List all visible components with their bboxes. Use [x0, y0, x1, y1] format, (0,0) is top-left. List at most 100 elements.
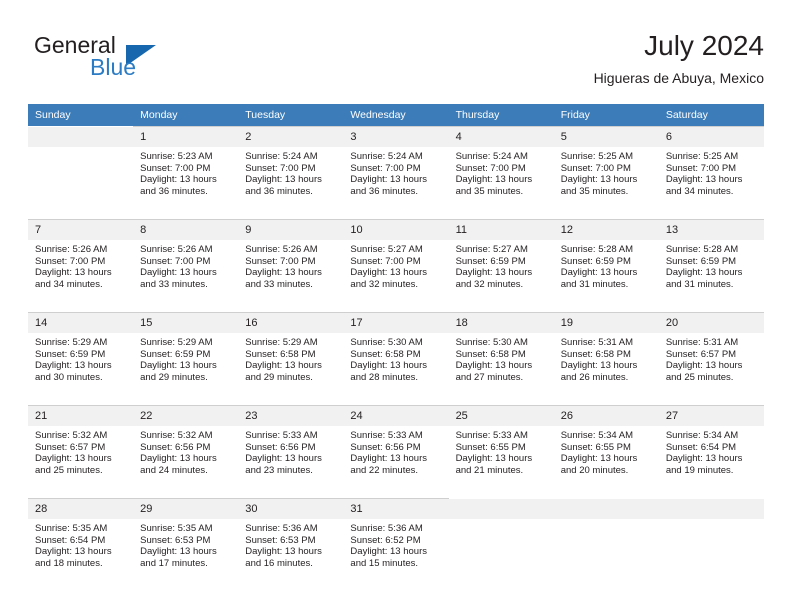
day-info-line: Sunrise: 5:33 AM — [350, 430, 423, 441]
day-cell-inner: 10 Sunrise: 5:27 AM Sunset: 7:00 PM Dayligh… — [343, 219, 449, 306]
day-info-line: Sunset: 6:52 PM — [350, 534, 421, 546]
day-cell-12[interactable]: 12 Sunrise: 5:28 AM Sunset: 6:59 PM Dayligh… — [553, 219, 659, 306]
day-cell-14[interactable]: 14 Sunrise: 5:29 AM Sunset: 6:59 PM Dayligh… — [28, 312, 134, 399]
day-info-line: Sunrise: 5:29 AM — [35, 337, 108, 348]
day-sun-info: Sunrise: 5:24 AM Sunset: 7:00 PM Daylight:… — [449, 147, 554, 197]
day-info-line: Daylight: 13 hours — [560, 174, 638, 186]
day-info-line: and 25 minutes. — [665, 371, 734, 383]
day-cell-11[interactable]: 11 Sunrise: 5:27 AM Sunset: 6:59 PM Dayligh… — [448, 219, 554, 306]
day-cell-10[interactable]: 10 Sunrise: 5:27 AM Sunset: 7:00 PM Dayligh… — [343, 219, 449, 306]
day-cell-21[interactable]: 21 Sunrise: 5:32 AM Sunset: 6:57 PM Dayligh… — [28, 405, 134, 492]
day-sun-info: Sunrise: 5:25 AM Sunset: 7:00 PM Daylight:… — [659, 147, 764, 197]
day-cell-2[interactable]: 2 Sunrise: 5:24 AM Sunset: 7:00 PM Daylight… — [238, 126, 344, 213]
day-cell-25[interactable]: 25 Sunrise: 5:33 AM Sunset: 6:55 PM Dayligh… — [448, 405, 554, 492]
day-cell-28[interactable]: 28 Sunrise: 5:35 AM Sunset: 6:54 PM Dayligh… — [28, 498, 134, 585]
day-cell-inner: 30 Sunrise: 5:36 AM Sunset: 6:53 PM Dayligh… — [238, 498, 344, 585]
day-info-line: Daylight: 13 hours — [455, 267, 533, 279]
day-cell-27[interactable]: 27 Sunrise: 5:34 AM Sunset: 6:54 PM Dayligh… — [658, 405, 764, 492]
day-sun-info: Sunrise: 5:24 AM Sunset: 7:00 PM Daylight:… — [343, 147, 448, 197]
day-cell-3[interactable]: 3 Sunrise: 5:24 AM Sunset: 7:00 PM Daylight… — [343, 126, 449, 213]
day-info-line: Sunrise: 5:35 AM — [140, 523, 213, 534]
day-info-line: and 28 minutes. — [350, 371, 419, 383]
day-number: 27 — [658, 406, 764, 426]
day-sun-info: Sunrise: 5:32 AM Sunset: 6:57 PM Daylight:… — [28, 426, 133, 476]
day-cell-15[interactable]: 15 Sunrise: 5:29 AM Sunset: 6:59 PM Dayligh… — [133, 312, 239, 399]
day-cell-18[interactable]: 18 Sunrise: 5:30 AM Sunset: 6:58 PM Dayligh… — [448, 312, 554, 399]
day-sun-info: Sunrise: 5:33 AM Sunset: 6:56 PM Daylight:… — [343, 426, 448, 476]
day-info-line: Sunset: 7:00 PM — [140, 162, 211, 174]
day-info-line: and 26 minutes. — [560, 371, 629, 383]
day-info-line: Daylight: 13 hours — [560, 360, 638, 372]
day-sun-info: Sunrise: 5:26 AM Sunset: 7:00 PM Daylight:… — [28, 240, 133, 290]
day-info-line: Sunrise: 5:32 AM — [35, 430, 108, 441]
day-cell-9[interactable]: 9 Sunrise: 5:26 AM Sunset: 7:00 PM Daylight… — [238, 219, 344, 306]
day-info-line: Sunrise: 5:27 AM — [455, 244, 528, 255]
day-info-line: Sunrise: 5:27 AM — [350, 244, 423, 255]
day-sun-info: Sunrise: 5:23 AM Sunset: 7:00 PM Daylight:… — [133, 147, 238, 197]
day-info-line: and 34 minutes. — [665, 185, 734, 197]
day-cell-inner: 7 Sunrise: 5:26 AM Sunset: 7:00 PM Daylight… — [28, 219, 134, 306]
day-info-line: and 25 minutes. — [35, 464, 103, 476]
calendar-page: General Blue July 2024 Higueras de Abuya… — [0, 0, 792, 612]
day-cell-30[interactable]: 30 Sunrise: 5:36 AM Sunset: 6:53 PM Dayligh… — [238, 498, 344, 585]
day-info-line: Sunrise: 5:32 AM — [140, 430, 213, 441]
day-info-line: Daylight: 13 hours — [140, 267, 217, 279]
day-info-line: Daylight: 13 hours — [350, 453, 427, 465]
day-info-line: Daylight: 13 hours — [665, 360, 743, 372]
day-number: 31 — [343, 499, 449, 519]
day-cell-26[interactable]: 26 Sunrise: 5:34 AM Sunset: 6:55 PM Dayligh… — [553, 405, 659, 492]
day-cell-inner: 5 Sunrise: 5:25 AM Sunset: 7:00 PM Daylight… — [553, 126, 659, 213]
day-number: 18 — [448, 313, 554, 333]
day-info-line: Sunrise: 5:24 AM — [245, 151, 318, 162]
day-cell-6[interactable]: 6 Sunrise: 5:25 AM Sunset: 7:00 PM Daylight… — [658, 126, 764, 213]
day-number: 25 — [448, 406, 554, 426]
day-info-line: Sunset: 6:59 PM — [140, 348, 211, 360]
day-info-line: and 33 minutes. — [245, 278, 313, 290]
day-info-line: and 32 minutes. — [350, 278, 419, 290]
day-cell-inner: 17 Sunrise: 5:30 AM Sunset: 6:58 PM Dayligh… — [343, 312, 449, 399]
day-info-line: Sunset: 6:53 PM — [140, 534, 211, 546]
day-number: 22 — [133, 406, 239, 426]
day-info-line: Daylight: 13 hours — [140, 546, 217, 558]
day-info-line: and 29 minutes. — [140, 371, 208, 383]
day-cell-5[interactable]: 5 Sunrise: 5:25 AM Sunset: 7:00 PM Daylight… — [553, 126, 659, 213]
day-cell-inner: 9 Sunrise: 5:26 AM Sunset: 7:00 PM Daylight… — [238, 219, 344, 306]
day-info-line: Sunset: 6:59 PM — [455, 255, 526, 267]
day-info-line: Daylight: 13 hours — [350, 174, 427, 186]
day-info-line: and 36 minutes. — [245, 185, 313, 197]
day-info-line: Sunrise: 5:30 AM — [350, 337, 423, 348]
day-cell-17[interactable]: 17 Sunrise: 5:30 AM Sunset: 6:58 PM Dayligh… — [343, 312, 449, 399]
day-cell-16[interactable]: 16 Sunrise: 5:29 AM Sunset: 6:58 PM Dayligh… — [238, 312, 344, 399]
day-info-line: and 35 minutes. — [560, 185, 629, 197]
day-cell-inner: 1 Sunrise: 5:23 AM Sunset: 7:00 PM Daylight… — [133, 126, 239, 213]
day-cell-20[interactable]: 20 Sunrise: 5:31 AM Sunset: 6:57 PM Dayligh… — [658, 312, 764, 399]
day-cell-29[interactable]: 29 Sunrise: 5:35 AM Sunset: 6:53 PM Dayligh… — [133, 498, 239, 585]
day-info-line: and 30 minutes. — [35, 371, 103, 383]
page-header: General Blue July 2024 Higueras de Abuya… — [28, 28, 764, 92]
day-cell-8[interactable]: 8 Sunrise: 5:26 AM Sunset: 7:00 PM Daylight… — [133, 219, 239, 306]
general-blue-logo[interactable]: General Blue — [28, 32, 248, 90]
day-info-line: Sunset: 6:58 PM — [245, 348, 316, 360]
day-sun-info: Sunrise: 5:34 AM Sunset: 6:55 PM Daylight:… — [554, 426, 659, 476]
day-cell-19[interactable]: 19 Sunrise: 5:31 AM Sunset: 6:58 PM Dayligh… — [553, 312, 659, 399]
day-cell-23[interactable]: 23 Sunrise: 5:33 AM Sunset: 6:56 PM Dayligh… — [238, 405, 344, 492]
day-sun-info — [28, 147, 133, 151]
day-cell-7[interactable]: 7 Sunrise: 5:26 AM Sunset: 7:00 PM Daylight… — [28, 219, 134, 306]
day-sun-info: Sunrise: 5:29 AM Sunset: 6:59 PM Daylight:… — [133, 333, 238, 383]
day-number: 11 — [448, 220, 554, 240]
day-number: 26 — [553, 406, 659, 426]
day-info-line: Sunrise: 5:34 AM — [560, 430, 634, 441]
day-number: 30 — [238, 499, 344, 519]
day-cell-inner: 2 Sunrise: 5:24 AM Sunset: 7:00 PM Daylight… — [238, 126, 344, 213]
day-cell-31[interactable]: 31 Sunrise: 5:36 AM Sunset: 6:52 PM Dayligh… — [343, 498, 449, 585]
day-sun-info: Sunrise: 5:26 AM Sunset: 7:00 PM Daylight:… — [133, 240, 238, 290]
day-cell-inner — [658, 498, 764, 585]
day-cell-24[interactable]: 24 Sunrise: 5:33 AM Sunset: 6:56 PM Dayligh… — [343, 405, 449, 492]
day-cell-22[interactable]: 22 Sunrise: 5:32 AM Sunset: 6:56 PM Dayligh… — [133, 405, 239, 492]
day-cell-1[interactable]: 1 Sunrise: 5:23 AM Sunset: 7:00 PM Daylight… — [133, 126, 239, 213]
day-cell-13[interactable]: 13 Sunrise: 5:28 AM Sunset: 6:59 PM Dayligh… — [658, 219, 764, 306]
day-cell-inner: 12 Sunrise: 5:28 AM Sunset: 6:59 PM Dayligh… — [553, 219, 659, 306]
day-cell-4[interactable]: 4 Sunrise: 5:24 AM Sunset: 7:00 PM Daylight… — [448, 126, 554, 213]
day-sun-info: Sunrise: 5:30 AM Sunset: 6:58 PM Daylight:… — [449, 333, 554, 383]
day-number: 7 — [28, 220, 134, 240]
